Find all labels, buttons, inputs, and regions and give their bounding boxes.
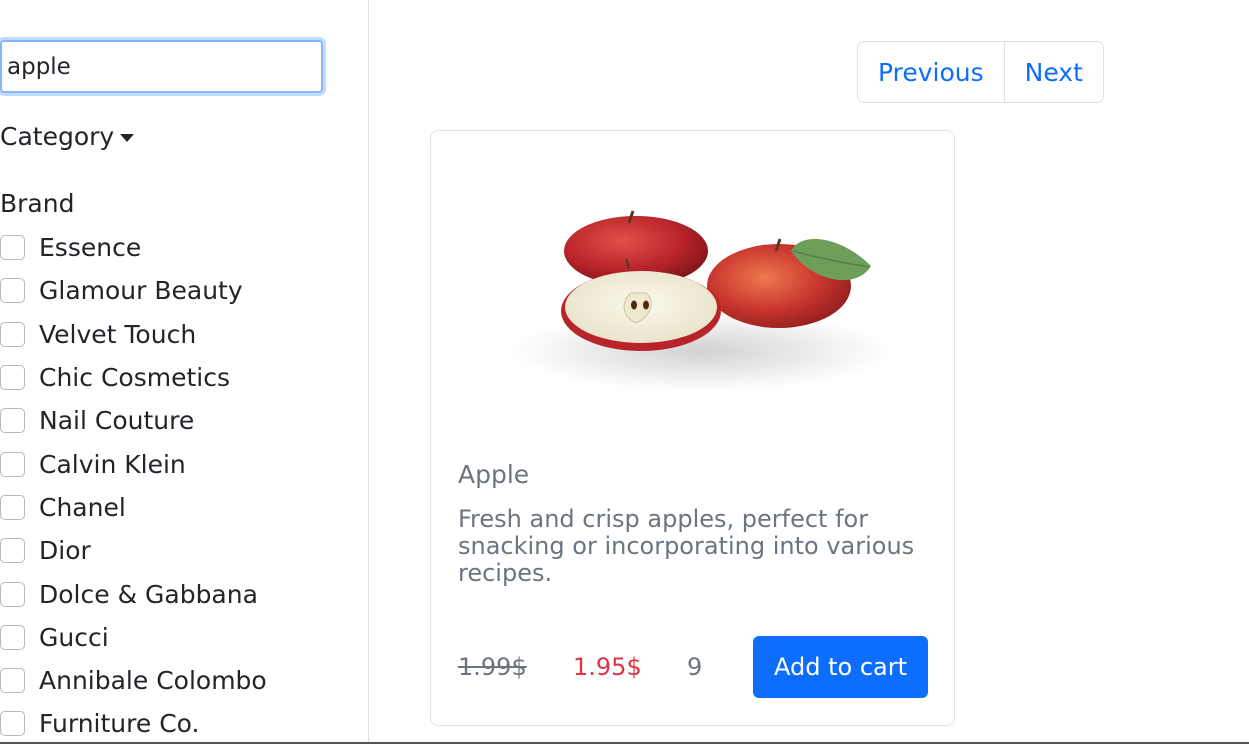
apple-product-image [511, 210, 891, 391]
brand-label: Annibale Colombo [39, 666, 267, 696]
brand-label: Essence [39, 233, 142, 263]
product-description: Fresh and crisp apples, perfect for snac… [458, 505, 915, 587]
pagination: Previous Next [857, 41, 1104, 103]
brand-item-annibale-colombo[interactable]: Annibale Colombo [0, 659, 267, 702]
brand-label: Glamour Beauty [39, 276, 243, 306]
brand-checkbox[interactable] [0, 581, 25, 607]
brand-list: Essence Glamour Beauty Velvet Touch Chic… [0, 226, 267, 744]
brand-checkbox[interactable] [0, 235, 25, 261]
product-card: Apple Fresh and crisp apples, perfect fo… [430, 130, 955, 726]
previous-page-button[interactable]: Previous [858, 42, 1004, 102]
brand-checkbox[interactable] [0, 624, 25, 650]
brand-checkbox[interactable] [0, 365, 25, 391]
category-label: Category [0, 122, 115, 151]
brand-label: Chanel [39, 492, 126, 522]
brand-checkbox[interactable] [0, 321, 25, 347]
brand-item-dior[interactable]: Dior [0, 529, 267, 572]
brand-checkbox[interactable] [0, 451, 25, 477]
brand-item-chanel[interactable]: Chanel [0, 486, 267, 529]
brand-item-gucci[interactable]: Gucci [0, 616, 267, 659]
add-to-cart-button[interactable]: Add to cart [753, 636, 928, 698]
brand-checkbox[interactable] [0, 668, 25, 694]
brand-checkbox[interactable] [0, 538, 25, 564]
brand-label: Dior [39, 536, 91, 566]
original-price: 1.99$ [458, 653, 527, 681]
brand-label: Furniture Co. [39, 709, 200, 739]
brand-checkbox[interactable] [0, 408, 25, 434]
next-page-button[interactable]: Next [1003, 42, 1103, 102]
brand-item-nail-couture[interactable]: Nail Couture [0, 399, 267, 442]
discounted-price: 1.95$ [573, 653, 642, 681]
brand-label: Calvin Klein [39, 449, 186, 479]
page: Category Brand Essence Glamour Beauty Ve… [0, 0, 1249, 744]
brand-label: Velvet Touch [39, 319, 197, 349]
brand-item-dolce-gabbana[interactable]: Dolce & Gabbana [0, 572, 267, 615]
brand-checkbox[interactable] [0, 711, 25, 737]
product-title: Apple [458, 460, 530, 489]
brand-item-calvin-klein[interactable]: Calvin Klein [0, 442, 267, 485]
brand-label: Nail Couture [39, 406, 195, 436]
brand-item-velvet-touch[interactable]: Velvet Touch [0, 313, 267, 356]
brand-item-essence[interactable]: Essence [0, 226, 267, 269]
brand-checkbox[interactable] [0, 494, 25, 520]
caret-down-icon [120, 133, 135, 142]
brand-item-chic-cosmetics[interactable]: Chic Cosmetics [0, 356, 267, 399]
brand-heading: Brand [0, 189, 75, 218]
search-input[interactable] [0, 40, 323, 93]
brand-label: Gucci [39, 622, 109, 652]
brand-label: Dolce & Gabbana [39, 579, 258, 609]
stock-count: 9 [687, 653, 703, 681]
brand-checkbox[interactable] [0, 278, 25, 304]
brand-item-furniture-co[interactable]: Furniture Co. [0, 702, 267, 744]
brand-item-glamour-beauty[interactable]: Glamour Beauty [0, 269, 267, 312]
category-dropdown[interactable]: Category [0, 122, 135, 151]
filter-sidebar: Category Brand Essence Glamour Beauty Ve… [0, 0, 369, 744]
brand-label: Chic Cosmetics [39, 363, 230, 393]
